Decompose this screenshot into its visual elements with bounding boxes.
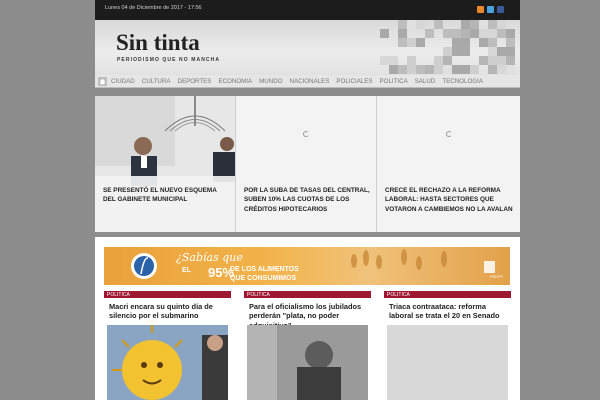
ad-banner[interactable]: ¿Sabías que EL 95% DE LOS ALIMENTOS QUE … [104, 247, 510, 285]
banner-text-line: QUE CONSUMIMOS [230, 275, 297, 282]
site-logo-subtitle: PERIODISMO QUE NO MANCHA [117, 57, 221, 63]
nav-item-tecnologia[interactable]: TECNOLOGIA [442, 78, 483, 85]
banner-text-el: EL [182, 267, 191, 274]
site-logo-title[interactable]: Sin tinta [116, 30, 200, 56]
article-title[interactable]: Para el oficialismo los jubilados perder… [244, 298, 371, 328]
nav-item-deportes[interactable]: DEPORTES [178, 78, 212, 85]
banner-brand: PROFIT [490, 275, 503, 279]
article-photo[interactable] [387, 325, 508, 400]
wheat-decoration [131, 249, 495, 279]
slide-caption[interactable]: POR LA SUBA DE TASAS DEL CENTRAL, SUBEN … [244, 186, 370, 214]
pixel-pattern-decoration [380, 20, 515, 74]
nav-item-ciudad[interactable]: CIUDAD [111, 78, 135, 85]
rss-icon[interactable] [477, 6, 484, 13]
banner-headline: ¿Sabías que [176, 251, 243, 264]
category-tag[interactable]: POLITICA [104, 291, 231, 298]
article-photo[interactable] [107, 325, 228, 400]
article-title[interactable]: Triaca contraataca: reforma laboral se t… [384, 298, 511, 328]
article-photo[interactable] [247, 325, 368, 400]
nav-item-policiales[interactable]: POLICIALES [336, 78, 372, 85]
loading-spinner-icon [303, 131, 309, 137]
site-header: Sin tinta PERIODISMO QUE NO MANCHA [95, 20, 520, 75]
featured-photo [95, 96, 235, 232]
facebook-icon[interactable] [497, 6, 504, 13]
loading-spinner-icon [445, 131, 452, 137]
featured-slide[interactable]: POR LA SUBA DE TASAS DEL CENTRAL, SUBEN … [236, 96, 377, 232]
article-title[interactable]: Macri encara su quinto día de silencio p… [104, 298, 231, 328]
article-card[interactable]: POLITICA Macri encara su quinto día de s… [104, 291, 231, 400]
nav-item-politica[interactable]: POLITICA [380, 78, 408, 85]
banner-text-line: DE LOS ALIMENTOS [230, 266, 299, 273]
main-content: ¿Sabías que EL 95% DE LOS ALIMENTOS QUE … [95, 237, 520, 400]
current-date: Lunes 04 de Diciembre de 2017 - 17:56 [105, 5, 202, 11]
slide-caption[interactable]: SE PRESENTÓ EL NUEVO ESQUEMA DEL GABINET… [103, 186, 229, 205]
featured-slider: SE PRESENTÓ EL NUEVO ESQUEMA DEL GABINET… [95, 96, 520, 232]
featured-slide[interactable]: CRECE EL RECHAZO A LA REFORMA LABORAL: H… [377, 96, 520, 232]
slide-caption[interactable]: CRECE EL RECHAZO A LA REFORMA LABORAL: H… [385, 186, 514, 214]
social-links [477, 6, 504, 13]
category-tag[interactable]: POLITICA [384, 291, 511, 298]
nav-item-cultura[interactable]: CULTURA [142, 78, 171, 85]
category-tag[interactable]: POLITICA [244, 291, 371, 298]
article-card[interactable]: POLITICA Triaca contraataca: reforma lab… [384, 291, 511, 400]
nav-item-economia[interactable]: ECONOMIA [218, 78, 252, 85]
nav-item-mundo[interactable]: MUNDO [259, 78, 282, 85]
nav-item-nacionales[interactable]: NACIONALES [290, 78, 330, 85]
twitter-icon[interactable] [487, 6, 494, 13]
main-navigation: CIUDAD CULTURA DEPORTES ECONOMIA MUNDO N… [95, 75, 520, 88]
nav-item-salud[interactable]: SALUD [415, 78, 436, 85]
top-bar: Lunes 04 de Diciembre de 2017 - 17:56 [95, 0, 520, 20]
home-icon[interactable] [98, 76, 107, 86]
featured-slide[interactable]: SE PRESENTÓ EL NUEVO ESQUEMA DEL GABINET… [95, 96, 236, 232]
article-card[interactable]: POLITICA Para el oficialismo los jubilad… [244, 291, 371, 400]
